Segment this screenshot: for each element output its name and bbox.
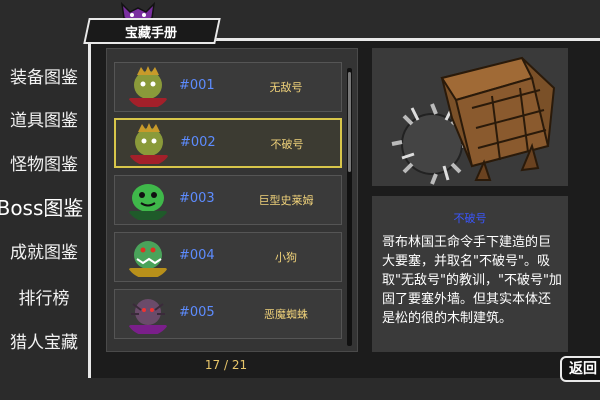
- boss-image-panel: [372, 48, 568, 186]
- entry-number: #002: [180, 135, 216, 150]
- page-indicator: 17 / 21: [204, 358, 248, 372]
- list-item-selected[interactable]: #002 不破号: [114, 118, 342, 168]
- list-scroll-thumb[interactable]: [348, 72, 351, 172]
- goblin-king-avatar-icon: [129, 66, 167, 107]
- game-screen: 宝藏手册 装备图鉴 道具图鉴 怪物图鉴 Boss图鉴 成就图鉴 排行榜 猎人宝藏…: [0, 0, 600, 400]
- entry-number: #001: [179, 78, 215, 93]
- back-button[interactable]: 返回: [560, 356, 600, 382]
- entry-name: 无敌号: [269, 81, 303, 94]
- entry-name: 不破号: [270, 138, 304, 151]
- spider-avatar-icon: [129, 299, 167, 334]
- entry-number: #004: [179, 248, 215, 263]
- puppy-avatar-icon: [129, 241, 167, 277]
- nav-item-items[interactable]: 道具图鉴: [0, 106, 88, 131]
- wooden-fortress-icon: [391, 56, 556, 185]
- nav-item-leaderboard[interactable]: 排行榜: [0, 284, 88, 309]
- list-item[interactable]: #005 恶魔蜘蛛: [114, 289, 342, 339]
- entry-number: #005: [179, 305, 215, 320]
- nav-item-boss[interactable]: Boss图鉴: [0, 192, 86, 221]
- goblin-king-avatar-icon: [130, 123, 168, 164]
- nav-item-hunter-treasure[interactable]: 猎人宝藏: [0, 328, 88, 353]
- list-item[interactable]: #004 小狗: [114, 232, 342, 282]
- entry-name: 巨型史莱姆: [258, 194, 314, 207]
- list-item[interactable]: #001 无敌号: [114, 62, 342, 112]
- nav-item-achievements[interactable]: 成就图鉴: [0, 238, 88, 263]
- boss-description: 哥布林国王命令手下建造的巨大要塞，并取名"不破号"。吸取"无敌号"的教训，"不破…: [382, 235, 562, 326]
- nav-item-equipment[interactable]: 装备图鉴: [0, 63, 88, 88]
- entry-name: 恶魔蜘蛛: [264, 308, 308, 321]
- nav-item-monsters[interactable]: 怪物图鉴: [0, 150, 88, 175]
- list-item[interactable]: #003 巨型史莱姆: [114, 175, 342, 225]
- slime-avatar-icon: [129, 184, 167, 220]
- entry-name: 小狗: [275, 251, 297, 264]
- page-title: 宝藏手册: [124, 26, 177, 41]
- boss-name-title: 不破号: [453, 212, 487, 225]
- entry-number: #003: [179, 191, 215, 206]
